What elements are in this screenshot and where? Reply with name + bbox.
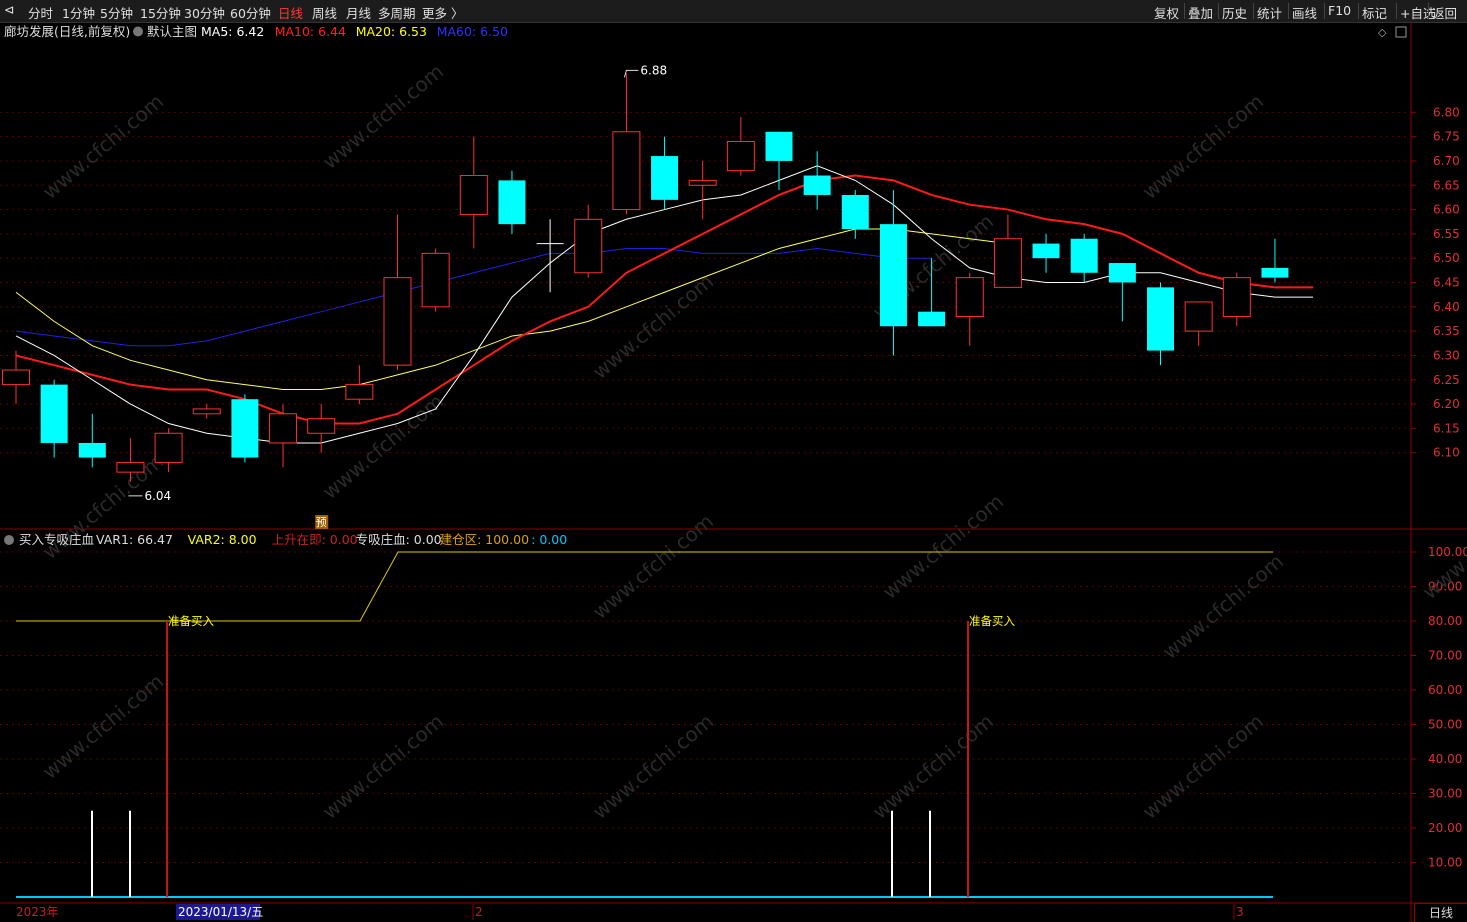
candle-body [1222,277,1251,318]
main-y-tick-label: 6.65 [1433,178,1460,192]
candle-body [40,384,68,443]
main-y-tick-label: 6.35 [1433,324,1460,338]
candle-body [803,175,831,195]
main-y-tick-label: 6.15 [1433,421,1460,435]
diamond-icon: ◇ [1378,26,1387,39]
main-y-tick-label: 6.40 [1433,300,1460,314]
candle-body [2,369,30,386]
candle-body [841,194,869,230]
watermark-text: www.cfchi.com [318,709,448,824]
candle-body [1184,301,1213,332]
candle-body [1070,238,1098,273]
main-y-tick-label: 6.80 [1433,105,1460,119]
candle-body [269,413,298,444]
candle-body [918,311,946,327]
period-corner-label[interactable]: 日线 [1414,903,1467,922]
stock-title: 廊坊发展(日线,前复权) [4,24,130,39]
low-price-marker: 6.04 [144,489,171,503]
candle-body [1147,287,1174,351]
candle-body [307,418,336,434]
watermark-text: www.cfchi.com [38,669,168,784]
candle-body [383,277,412,366]
x-axis-label: 2023年 [16,905,59,919]
candle-body [154,432,183,463]
indicator-value-label: VAR2: 8.00 [188,532,257,547]
ma-label: MA60: 6.50 [437,24,508,39]
watermark-text: www.cfchi.com [588,509,718,624]
main-y-tick-label: 6.50 [1433,251,1460,265]
candle-body [993,238,1022,288]
ma-label: MA5: 6.42 [201,24,264,39]
candle-body [726,140,755,172]
main-y-tick-label: 6.70 [1433,154,1460,168]
candle-body [1108,263,1136,283]
main-y-tick-label: 6.30 [1433,348,1460,362]
indicator-y-tick-label: 40.00 [1428,752,1462,766]
indicator-y-tick-label: 70.00 [1428,649,1462,663]
candle-body [765,131,793,161]
cursor-date-label: 2023/01/13/五 [178,905,263,919]
indicator-value-label: : 0.00 [531,532,567,547]
watermark-text: www.cfchi.com [868,709,998,824]
indicator-value-label: 专吸庄血: 0.00 [356,532,442,547]
template-dropdown-icon[interactable] [133,26,143,37]
candle-body [231,399,259,458]
main-y-tick-label: 6.25 [1433,373,1460,387]
candle-body [1261,267,1289,278]
watermark-text: www.cfchi.com [318,59,448,174]
indicator-y-tick-label: 20.00 [1428,821,1462,835]
main-y-tick-label: 6.55 [1433,227,1460,241]
indicator-y-tick-label: 30.00 [1428,787,1462,801]
candle-body [498,180,526,225]
pre-badge-label: 预 [316,516,327,529]
pane-maximize-icon[interactable] [1395,26,1407,38]
indicator-value-label: VAR1: 66.47 [96,532,173,547]
candle-body [612,131,641,211]
x-axis-label: 2 [475,905,483,919]
watermark-text: www.cfchi.com [1158,549,1288,664]
ma-label: MA10: 6.44 [275,24,346,39]
main-y-tick-label: 6.20 [1433,397,1460,411]
main-y-tick-label: 6.45 [1433,276,1460,290]
ma20-line [15,228,1008,390]
indicator-y-tick-label: 10.00 [1428,856,1462,870]
template-name: 默认主图 [147,24,197,39]
candle-body [421,252,450,308]
main-y-tick-label: 6.75 [1433,130,1460,144]
chart-svg: 6.80 6.75 6.70 6.65 6.60 6.55 6.50 6.45 6.40 6.35… [0,22,1467,922]
watermark-text: www.cfchi.com [38,89,168,204]
ma10-line [15,174,1314,425]
main-y-tick-label: 6.60 [1433,203,1460,217]
high-price-marker: 6.88 [640,63,667,77]
watermark-text: www.cfchi.com [1138,709,1268,824]
indicator-name: 买入专吸庄血 [19,532,94,547]
watermark-text: www.cfchi.com [1138,89,1268,204]
watermark-text: www.cfchi.com [588,709,718,824]
ma60-line [15,247,932,347]
watermark-text: www.cfchi.com [318,389,448,504]
watermark-text: www.cfchi.com [588,269,718,384]
candle-body [688,179,717,186]
main-y-tick-label: 6.10 [1433,446,1460,460]
candle-body [459,175,488,215]
candle-body [1032,243,1060,259]
indicator-dropdown-icon[interactable] [4,535,14,545]
buy-signal-label: 准备买入 [168,614,214,628]
candle-body [345,384,374,400]
ma-label: MA20: 6.53 [356,24,427,39]
candle-body [192,408,221,415]
x-axis-label: 3 [1236,905,1244,919]
indicator-value-label: 建仓区: 100.00 [440,532,529,547]
candle-body [116,461,145,473]
candle-body [651,156,679,200]
indicator-y-tick-label: 80.00 [1428,614,1462,628]
candle-body [78,442,106,458]
candle-body [574,218,603,274]
indicator-y-tick-label: 50.00 [1428,718,1462,732]
candle-body [879,224,907,327]
buy-signal-label: 准备买入 [969,614,1015,628]
indicator-y-tick-label: 60.00 [1428,683,1462,697]
indicator-value-label: 上升在即: 0.00 [272,532,358,547]
candle-body [955,277,984,318]
